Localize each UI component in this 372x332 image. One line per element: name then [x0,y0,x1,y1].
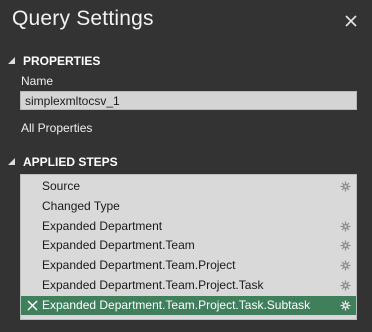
gear-icon[interactable] [340,240,351,251]
step-label: Changed Type [42,199,120,213]
name-label: Name [21,74,54,88]
step-source[interactable]: Source [21,177,356,196]
step-label: Expanded Department [42,219,163,233]
step-label: Expanded Department.Team.Project.Task.Su… [42,298,311,312]
gear-icon[interactable] [340,221,351,232]
step-label: Expanded Department.Team.Project.Task [42,278,264,292]
panel-title: Query Settings [12,7,154,30]
applied-steps-list: Source Changed Type Expanded Department … [20,174,357,320]
applied-steps-section-header[interactable]: APPLIED STEPS [8,155,118,169]
step-expanded-department-team-project[interactable]: Expanded Department.Team.Project [21,256,356,275]
applied-steps-header-label: APPLIED STEPS [23,155,118,169]
all-properties-link[interactable]: All Properties [21,121,92,135]
step-expanded-department[interactable]: Expanded Department [21,217,356,236]
collapse-triangle-icon[interactable] [8,57,16,65]
step-label: Expanded Department.Team [42,238,195,252]
step-changed-type[interactable]: Changed Type [21,197,356,216]
gear-icon[interactable] [340,181,351,192]
properties-section-header[interactable]: PROPERTIES [8,54,100,68]
step-label: Source [42,179,81,193]
gear-icon[interactable] [340,300,351,311]
close-icon[interactable] [342,12,360,30]
query-name-input[interactable] [20,91,357,110]
properties-header-label: PROPERTIES [23,54,101,68]
gear-icon[interactable] [340,260,351,271]
step-expanded-department-team-project-task[interactable]: Expanded Department.Team.Project.Task [21,276,356,295]
gear-icon[interactable] [340,280,351,291]
step-expanded-department-team-project-task-subtask[interactable]: Expanded Department.Team.Project.Task.Su… [21,296,356,315]
collapse-triangle-icon[interactable] [8,158,16,166]
step-label: Expanded Department.Team.Project [42,258,236,272]
step-expanded-department-team[interactable]: Expanded Department.Team [21,236,356,255]
delete-x-icon[interactable] [27,300,38,311]
